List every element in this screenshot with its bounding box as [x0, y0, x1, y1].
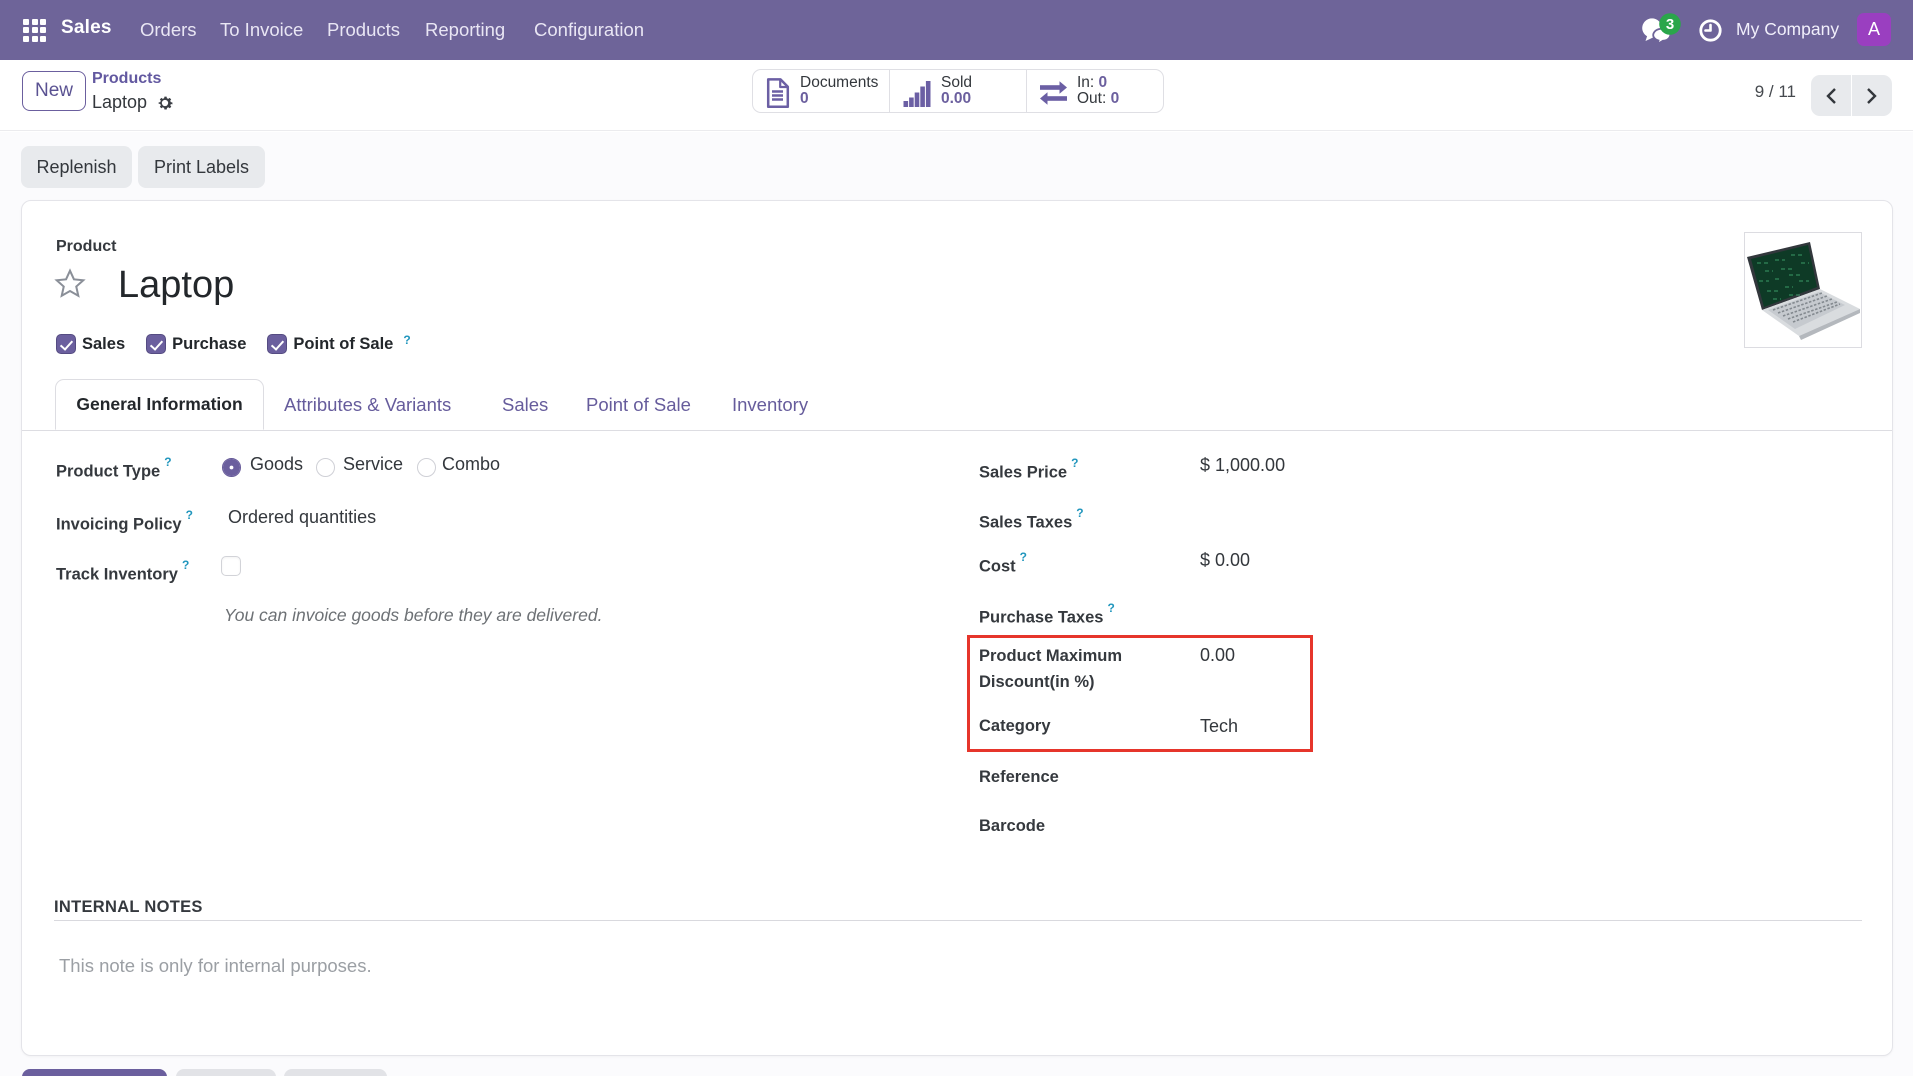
svg-text:3: 3 [1666, 16, 1674, 33]
